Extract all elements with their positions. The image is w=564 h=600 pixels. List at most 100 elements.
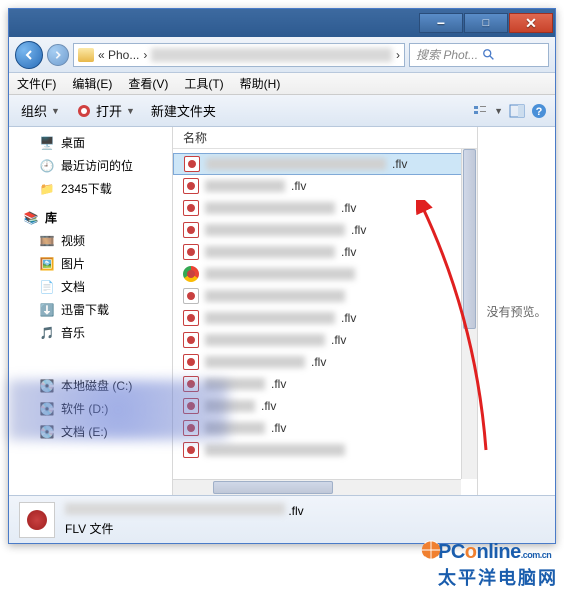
overlay-blur: [8, 380, 228, 440]
file-row[interactable]: .flv: [173, 153, 477, 175]
file-row[interactable]: .flv: [173, 241, 477, 263]
file-ext: .flv: [311, 355, 326, 369]
file-ext: .flv: [341, 311, 356, 325]
menu-view[interactable]: 查看(V): [120, 75, 176, 92]
explorer-window: − □ ✕ « Pho... › › 搜索 Phot... 文件(F) 编辑(E…: [8, 8, 556, 544]
sidebar-label: 库: [45, 209, 57, 226]
file-name-blurred: [205, 444, 345, 456]
view-options-icon[interactable]: [472, 103, 488, 119]
scroll-thumb[interactable]: [463, 149, 476, 329]
watermark-brand: PConline.com.cn: [438, 541, 558, 564]
file-ext: .flv: [351, 223, 366, 237]
file-icon: [183, 178, 199, 194]
file-ext: .flv: [261, 399, 276, 413]
file-icon: [183, 266, 199, 282]
file-row[interactable]: .flv: [173, 307, 477, 329]
scroll-thumb[interactable]: [213, 481, 333, 494]
file-icon: [183, 332, 199, 348]
status-name-blurred: [65, 503, 285, 515]
sidebar-music[interactable]: 🎵音乐: [9, 321, 172, 344]
sidebar-libraries[interactable]: 📚库: [9, 206, 172, 229]
sidebar-desktop[interactable]: 🖥️桌面: [9, 131, 172, 154]
menu-tools[interactable]: 工具(T): [176, 75, 231, 92]
back-button[interactable]: [15, 41, 43, 69]
arrow-left-icon: [23, 49, 35, 61]
file-name-blurred: [205, 246, 335, 258]
preview-pane-icon[interactable]: [509, 103, 525, 119]
vertical-scrollbar[interactable]: [461, 149, 477, 479]
file-icon: [183, 310, 199, 326]
file-icon: [183, 442, 199, 458]
watermark-suffix: .com.cn: [521, 550, 552, 560]
status-type: FLV 文件: [65, 520, 304, 537]
file-row[interactable]: .flv: [173, 175, 477, 197]
globe-icon: [420, 539, 442, 561]
sidebar-pictures[interactable]: 🖼️图片: [9, 252, 172, 275]
preview-text: 没有预览。: [486, 303, 546, 320]
titlebar[interactable]: − □ ✕: [9, 9, 555, 37]
address-bar[interactable]: « Pho... › ›: [73, 43, 405, 67]
breadcrumb-blurred: [151, 48, 392, 62]
sidebar-label: 迅雷下载: [61, 301, 109, 318]
file-name-blurred: [205, 356, 305, 368]
file-name-blurred: [205, 202, 335, 214]
file-ext: .flv: [271, 377, 286, 391]
watermark-cn: 太平洋电脑网: [438, 564, 558, 590]
search-box[interactable]: 搜索 Phot...: [409, 43, 549, 67]
file-icon: [183, 354, 199, 370]
file-row[interactable]: .flv: [173, 219, 477, 241]
sidebar-label: 视频: [61, 232, 85, 249]
status-info: .flv FLV 文件: [65, 503, 304, 537]
sidebar-label: 音乐: [61, 324, 85, 341]
organize-label: 组织: [21, 101, 47, 120]
organize-button[interactable]: 组织 ▼: [17, 99, 64, 122]
newfolder-button[interactable]: 新建文件夹: [147, 99, 220, 122]
search-placeholder: 搜索 Phot...: [416, 46, 478, 63]
sidebar-videos[interactable]: 🎞️视频: [9, 229, 172, 252]
sidebar-label: 桌面: [61, 134, 85, 151]
horizontal-scrollbar[interactable]: [173, 479, 461, 495]
menu-edit[interactable]: 编辑(E): [64, 75, 120, 92]
file-icon: [183, 244, 199, 260]
folder-icon: [78, 48, 94, 62]
breadcrumb-text: « Pho...: [98, 48, 139, 62]
sidebar-documents[interactable]: 📄文档: [9, 275, 172, 298]
file-row[interactable]: .flv: [173, 329, 477, 351]
sidebar-xunlei[interactable]: ⬇️迅雷下载: [9, 298, 172, 321]
forward-button[interactable]: [47, 44, 69, 66]
file-row[interactable]: [173, 285, 477, 307]
open-icon: [76, 103, 92, 119]
file-row[interactable]: [173, 439, 477, 461]
open-button[interactable]: 打开 ▼: [72, 99, 139, 122]
close-button[interactable]: ✕: [509, 13, 553, 33]
watermark: PConline.com.cn 太平洋电脑网: [438, 541, 558, 590]
open-label: 打开: [96, 101, 122, 120]
maximize-button[interactable]: □: [464, 13, 508, 33]
sidebar-recent[interactable]: 🕘最近访问的位: [9, 154, 172, 177]
file-row[interactable]: [173, 263, 477, 285]
sidebar-label: 文档: [61, 278, 85, 295]
menu-file[interactable]: 文件(F): [9, 75, 64, 92]
dropdown-icon: ▼: [494, 106, 503, 116]
file-name-blurred: [205, 334, 325, 346]
file-name-blurred: [206, 158, 386, 170]
file-icon: [183, 200, 199, 216]
file-icon: [184, 156, 200, 172]
file-row[interactable]: .flv: [173, 197, 477, 219]
sidebar-label: 最近访问的位: [61, 157, 133, 174]
file-row[interactable]: .flv: [173, 351, 477, 373]
file-icon: [183, 222, 199, 238]
preview-pane: 没有预览。: [477, 127, 555, 495]
file-ext: .flv: [341, 201, 356, 215]
file-name-blurred: [205, 312, 335, 324]
sidebar-downloads[interactable]: 📁2345下载: [9, 177, 172, 200]
sidebar-label: 2345下载: [61, 180, 112, 197]
sidebar-label: 图片: [61, 255, 85, 272]
minimize-button[interactable]: −: [419, 13, 463, 33]
dropdown-icon: ▼: [51, 106, 60, 116]
help-icon[interactable]: ?: [531, 103, 547, 119]
status-ext: .flv: [288, 504, 303, 518]
menu-help[interactable]: 帮助(H): [232, 75, 289, 92]
arrow-right-icon: [53, 50, 63, 60]
column-header-name[interactable]: 名称: [173, 127, 477, 149]
